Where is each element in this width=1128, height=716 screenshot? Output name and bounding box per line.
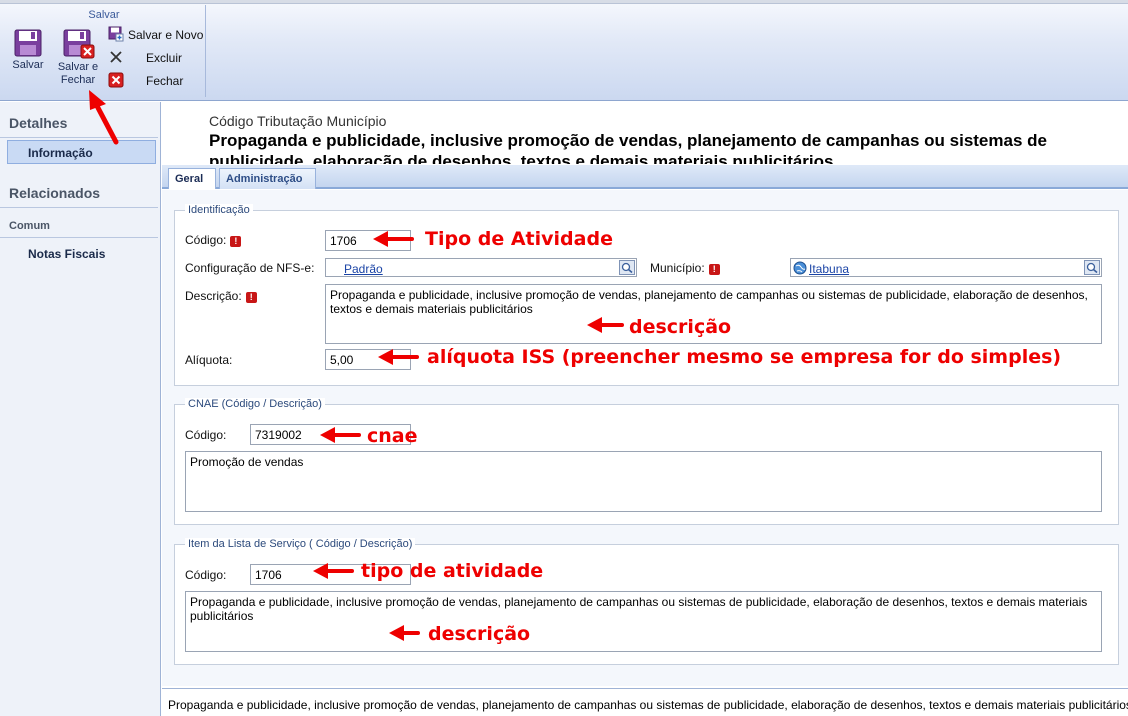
fieldset-legend: CNAE (Código / Descrição) <box>185 398 325 410</box>
cnae-descricao-textarea[interactable]: Promoção de vendas <box>185 451 1102 512</box>
required-icon: ! <box>245 292 257 303</box>
sidebar-divider <box>0 237 158 238</box>
annotation-descricao: descrição <box>629 316 732 338</box>
municipio-link[interactable]: Itabuna <box>809 262 849 276</box>
sidebar-divider <box>0 207 158 208</box>
form-area: Identificação Código:! 1706 Configuração… <box>162 190 1128 686</box>
municipio-label-text: Município: <box>650 261 705 275</box>
salvar-fechar-label-1: Salvar e <box>57 61 99 73</box>
floppy-new-icon <box>108 26 124 42</box>
sidebar-comum-heading: Comum <box>9 220 50 232</box>
config-nfse-link[interactable]: Padrão <box>344 262 383 276</box>
tab-administracao[interactable]: Administração <box>219 168 316 189</box>
excluir-label: Excluir <box>146 51 183 65</box>
municipio-label: Município:! <box>650 261 720 275</box>
annotation-arrow <box>313 563 354 579</box>
delete-x-icon <box>110 51 122 63</box>
tab-geral[interactable]: Geral <box>168 168 216 189</box>
lookup-search-icon[interactable] <box>1084 260 1100 275</box>
salvar-button[interactable]: Salvar <box>8 29 48 72</box>
annotation-descricao-2: descrição <box>428 623 531 645</box>
floppy-close-icon <box>63 29 95 59</box>
lookup-search-icon[interactable] <box>619 260 635 275</box>
salvar-novo-label: Salvar e Novo <box>128 28 204 42</box>
floppy-icon <box>14 29 42 57</box>
sidebar-item-notas-fiscais[interactable]: Notas Fiscais <box>28 247 105 261</box>
descricao-label-text: Descrição: <box>185 289 242 303</box>
sidebar-detalhes-heading: Detalhes <box>9 115 68 131</box>
sidebar: Detalhes Informação Relacionados Comum N… <box>0 102 161 716</box>
page-title: Propaganda e publicidade, inclusive prom… <box>209 131 1047 164</box>
item-codigo-label: Código: <box>185 568 227 582</box>
ribbon-toolbar: Salvar Salvar Salvar e Fechar Salvar e N… <box>0 0 1128 101</box>
descricao-label: Descrição:! <box>185 289 257 303</box>
record-type-subtitle: Código Tributação Município <box>209 113 387 129</box>
item-descricao-textarea[interactable]: Propaganda e publicidade, inclusive prom… <box>185 591 1102 652</box>
annotation-aliquota: alíquota ISS (preencher mesmo se empresa… <box>427 346 1062 368</box>
annotation-arrow <box>320 427 361 443</box>
required-icon: ! <box>230 236 242 247</box>
annotation-cnae: cnae <box>367 425 418 447</box>
municipio-lookup[interactable]: Itabuna <box>790 258 1102 277</box>
fieldset-legend: Item da Lista de Serviço ( Código / Desc… <box>185 538 416 550</box>
salvar-fechar-button[interactable]: Salvar e Fechar <box>54 29 102 87</box>
salvar-fechar-label-2: Fechar <box>60 74 96 86</box>
fieldset-cnae: CNAE (Código / Descrição) Código: 731900… <box>174 398 1119 525</box>
ribbon-group-title: Salvar <box>88 9 120 21</box>
fieldset-legend: Identificação <box>185 204 253 216</box>
annotation-arrow <box>389 625 420 641</box>
required-icon: ! <box>708 264 720 275</box>
sidebar-relacionados-heading: Relacionados <box>9 185 101 201</box>
config-nfse-lookup[interactable]: Padrão <box>325 258 637 277</box>
status-footer: Propaganda e publicidade, inclusive prom… <box>162 688 1128 716</box>
salvar-label: Salvar <box>12 59 44 71</box>
config-nfse-label: Configuração de NFS-e: <box>185 261 315 275</box>
codigo-label: Código:! <box>185 233 242 247</box>
annotation-tipo-atividade: Tipo de Atividade <box>425 228 613 250</box>
globe-icon <box>793 261 807 275</box>
aliquota-label: Alíquota: <box>185 353 233 367</box>
cnae-codigo-label: Código: <box>185 428 227 442</box>
codigo-label-text: Código: <box>185 233 227 247</box>
annotation-arrow <box>587 317 624 333</box>
ribbon-top-strip <box>0 0 1128 4</box>
fechar-label: Fechar <box>146 74 184 88</box>
sidebar-divider <box>0 137 158 138</box>
tab-bar: Geral Administração <box>162 165 1128 189</box>
annotation-arrow <box>378 349 419 365</box>
annotation-arrow <box>89 90 119 145</box>
annotation-arrow <box>373 231 414 247</box>
annotation-tipo-atividade-2: tipo de atividade <box>361 560 544 582</box>
ribbon-group-salvar: Salvar Salvar Salvar e Fechar Salvar e N… <box>2 5 206 97</box>
